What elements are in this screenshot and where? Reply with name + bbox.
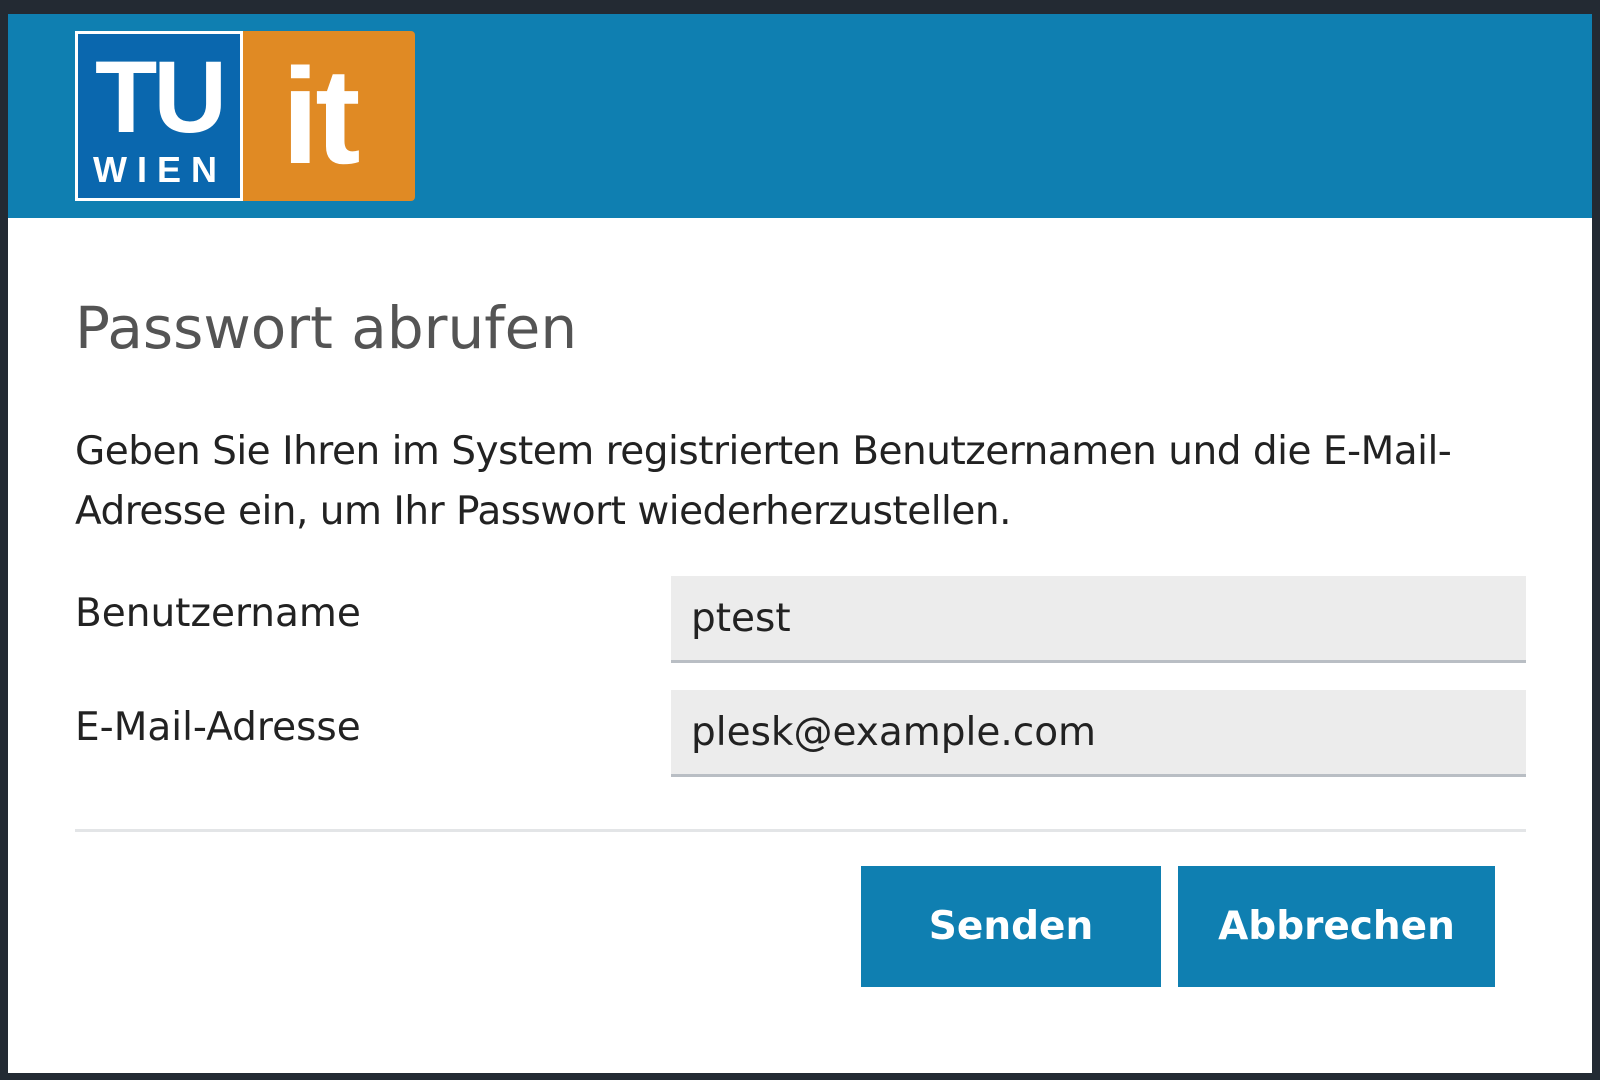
tu-logo-text: TU: [95, 40, 223, 154]
password-recovery-dialog: TU WIEN it Passwort abrufen Geben Sie Ih…: [8, 14, 1592, 1073]
username-label: Benutzername: [75, 591, 361, 636]
username-input[interactable]: [671, 576, 1526, 663]
form-divider: [75, 829, 1526, 832]
send-button[interactable]: Senden: [861, 866, 1161, 987]
wien-logo-text: WIEN: [93, 149, 227, 190]
page-title: Passwort abrufen: [75, 294, 578, 362]
instructions-text: Geben Sie Ihren im System registrierten …: [75, 429, 1452, 534]
tu-wien-it-logo: TU WIEN it: [75, 31, 415, 201]
tu-wien-logo-mark: TU WIEN: [75, 31, 243, 201]
email-input[interactable]: [671, 690, 1526, 777]
email-label: E-Mail-Adresse: [75, 705, 361, 750]
cancel-button[interactable]: Abbrechen: [1178, 866, 1495, 987]
header-bar: TU WIEN it: [8, 14, 1592, 218]
it-logo-mark: it: [243, 31, 415, 201]
it-logo-text: it: [281, 40, 359, 192]
